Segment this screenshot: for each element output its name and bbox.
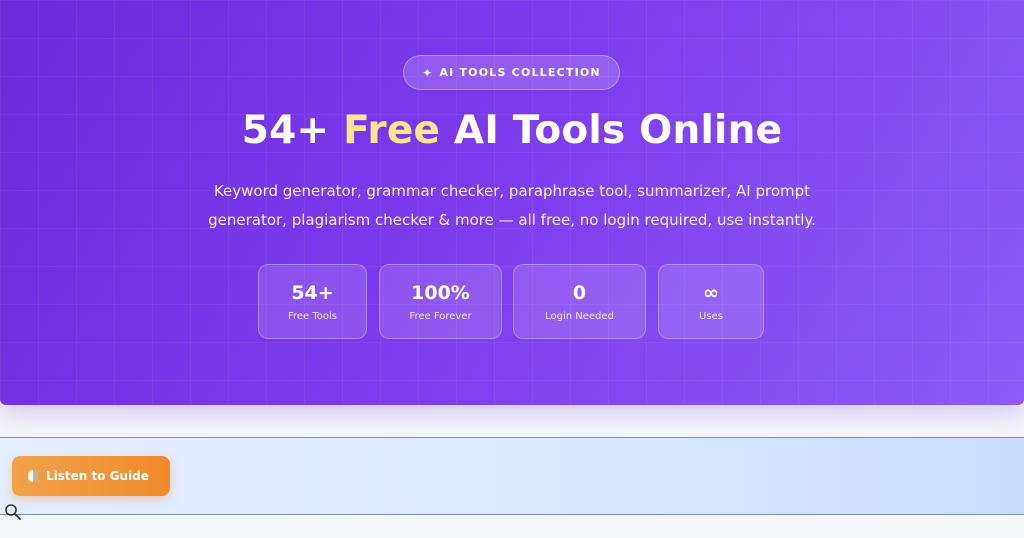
search-icon[interactable]	[3, 502, 23, 522]
stat-value: 100%	[411, 282, 470, 304]
stat-card-free-forever: 100% Free Forever	[379, 264, 502, 339]
title-suffix: AI Tools Online	[440, 108, 783, 153]
stat-card-free-tools: 54+ Free Tools	[258, 264, 367, 339]
stat-label: Uses	[699, 311, 723, 322]
stat-value: 0	[572, 282, 587, 304]
listen-to-guide-button[interactable]: Listen to Guide	[12, 456, 170, 496]
sparkle-icon: ✦	[422, 65, 434, 80]
badge-label: AI TOOLS COLLECTION	[439, 66, 601, 79]
stat-label: Free Tools	[287, 311, 338, 322]
page-title: 54+ Free AI Tools Online	[0, 108, 1024, 153]
stat-value: 54+	[291, 282, 334, 304]
subtitle-line-2: generator, plagiarism checker & more — a…	[208, 211, 816, 229]
stat-label: Free Forever	[409, 311, 472, 322]
listen-button-label: Listen to Guide	[46, 469, 149, 483]
stat-card-uses: ∞ Uses	[658, 264, 764, 339]
hero-subtitle: Keyword generator, grammar checker, para…	[200, 177, 824, 235]
stat-label: Login Needed	[545, 311, 614, 322]
collection-badge: ✦ AI TOOLS COLLECTION	[403, 55, 620, 90]
stat-card-login-needed: 0 Login Needed	[513, 264, 646, 339]
subtitle-line-1: Keyword generator, grammar checker, para…	[213, 182, 811, 200]
title-prefix: 54+	[241, 108, 344, 153]
hero-section: ✦ AI TOOLS COLLECTION 54+ Free AI Tools …	[0, 0, 1024, 405]
speaker-icon	[28, 470, 38, 482]
stat-value: ∞	[703, 282, 719, 304]
title-highlight: Free	[343, 108, 441, 153]
